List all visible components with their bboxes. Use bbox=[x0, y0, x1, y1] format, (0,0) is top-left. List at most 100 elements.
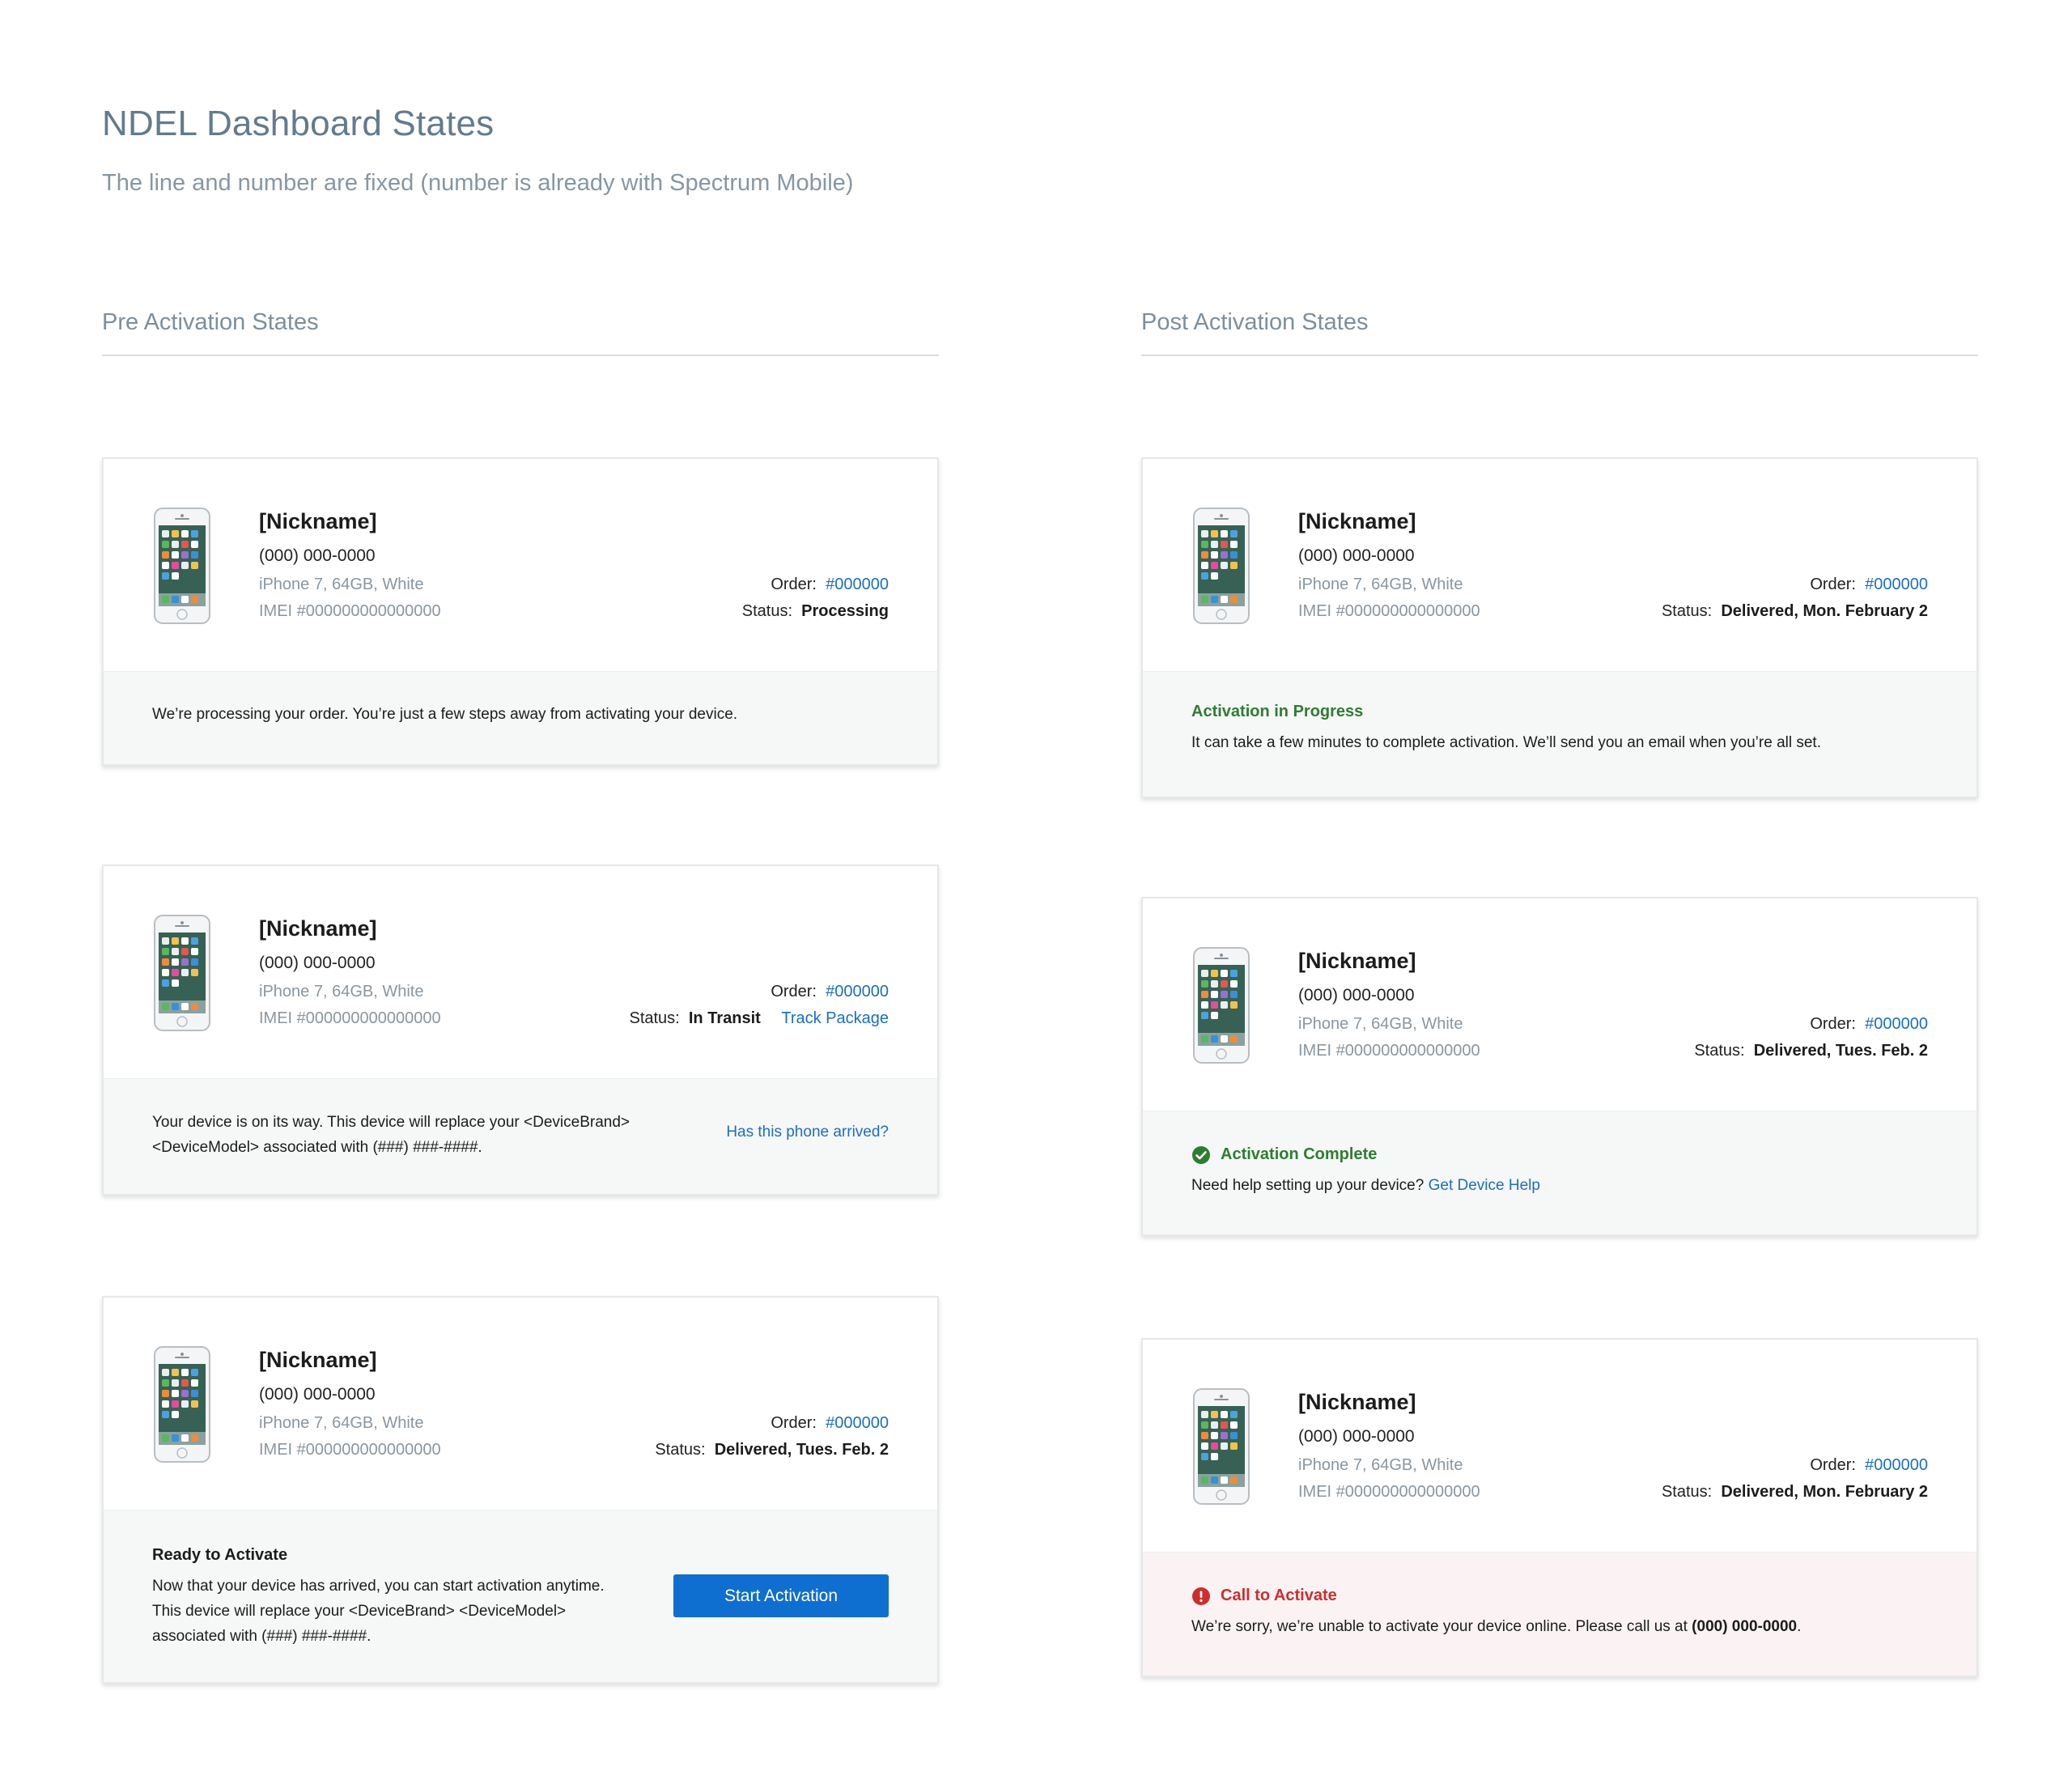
phone-image bbox=[154, 508, 210, 624]
line-number: (000) 000-0000 bbox=[1298, 1427, 1415, 1446]
state-message-line: Now that your device has arrived, you ca… bbox=[152, 1578, 605, 1595]
status-value: Delivered, Tues. Feb. 2 bbox=[1753, 1042, 1928, 1060]
status-row: Status: Delivered, Tues. Feb. 2 bbox=[655, 1441, 889, 1459]
line-number: (000) 000-0000 bbox=[1298, 986, 1415, 1005]
phone-image bbox=[1193, 508, 1250, 624]
track-package-link[interactable]: Track Package bbox=[781, 1009, 889, 1027]
start-activation-button[interactable]: Start Activation bbox=[673, 1574, 889, 1617]
check-circle-icon bbox=[1192, 1146, 1210, 1164]
status-row: Status: Delivered, Mon. February 2 bbox=[1662, 602, 1928, 621]
state-title-row: Activation Complete bbox=[1191, 1145, 1377, 1164]
line-card-ready-to-activate: [Nickname] (000) 000-0000 iPhone 7, 64GB… bbox=[102, 1296, 939, 1684]
state-message: It can take a few minutes to complete ac… bbox=[1191, 734, 1821, 751]
order-number-link[interactable]: #000000 bbox=[826, 983, 889, 1000]
order-label: Order: bbox=[1810, 1456, 1856, 1474]
device-imei: IMEI #000000000000000 bbox=[259, 1009, 441, 1027]
state-message: We’re processing your order. You’re just… bbox=[152, 706, 738, 723]
state-message: We’re sorry, we’re unable to activate yo… bbox=[1191, 1614, 1801, 1639]
line-number: (000) 000-0000 bbox=[259, 546, 376, 565]
line-number: (000) 000-0000 bbox=[1298, 546, 1415, 565]
status-value: In Transit bbox=[688, 1009, 761, 1027]
state-message: Now that your device has arrived, you ca… bbox=[152, 1574, 605, 1649]
state-message: Your device is on its way. This device w… bbox=[152, 1110, 630, 1160]
device-model: iPhone 7, 64GB, White bbox=[259, 1414, 424, 1432]
call-phone-number: (000) 000-0000 bbox=[1692, 1618, 1798, 1635]
order-row: Order: #000000 bbox=[771, 983, 889, 1001]
order-row: Order: #000000 bbox=[1810, 576, 1928, 594]
state-message-line: This device will replace your <DeviceBra… bbox=[152, 1603, 567, 1620]
order-number-link[interactable]: #000000 bbox=[1865, 1015, 1928, 1033]
line-card-processing: [Nickname] (000) 000-0000 iPhone 7, 64GB… bbox=[102, 457, 939, 766]
status-row: Status: Processing bbox=[742, 602, 889, 621]
status-value: Processing bbox=[801, 602, 889, 620]
line-nickname: [Nickname] bbox=[1298, 949, 1416, 973]
state-message-line: <DeviceModel> associated with (###) ###-… bbox=[152, 1139, 482, 1156]
device-imei: IMEI #000000000000000 bbox=[259, 602, 441, 620]
status-label: Status: bbox=[1661, 1483, 1713, 1501]
device-imei: IMEI #000000000000000 bbox=[259, 1441, 441, 1459]
device-model: iPhone 7, 64GB, White bbox=[1298, 1015, 1463, 1033]
line-card-activation-complete: [Nickname] (000) 000-0000 iPhone 7, 64GB… bbox=[1141, 897, 1978, 1236]
page-subtitle: The line and number are fixed (number is… bbox=[102, 170, 854, 196]
phone-image bbox=[154, 1346, 210, 1463]
line-number: (000) 000-0000 bbox=[259, 954, 376, 972]
status-value: Delivered, Mon. February 2 bbox=[1721, 1483, 1928, 1501]
section-header-pre-activation: Pre Activation States bbox=[102, 309, 939, 356]
status-value: Delivered, Mon. February 2 bbox=[1721, 602, 1928, 620]
device-model: iPhone 7, 64GB, White bbox=[259, 576, 424, 593]
phone-image bbox=[154, 915, 210, 1031]
order-label: Order: bbox=[1810, 576, 1856, 593]
state-message-text: We’re sorry, we’re unable to activate yo… bbox=[1191, 1618, 1688, 1635]
order-row: Order: #000000 bbox=[771, 1414, 889, 1433]
status-label: Status: bbox=[629, 1009, 680, 1027]
phone-image bbox=[1193, 1388, 1250, 1505]
state-message: Need help setting up your device? Get De… bbox=[1191, 1173, 1540, 1198]
get-device-help-link[interactable]: Get Device Help bbox=[1429, 1177, 1540, 1194]
line-nickname: [Nickname] bbox=[259, 916, 377, 941]
order-number-link[interactable]: #000000 bbox=[1865, 576, 1928, 593]
state-title: Activation Complete bbox=[1221, 1145, 1378, 1163]
line-nickname: [Nickname] bbox=[259, 1348, 377, 1372]
line-card-call-to-activate: [Nickname] (000) 000-0000 iPhone 7, 64GB… bbox=[1141, 1338, 1978, 1677]
device-imei: IMEI #000000000000000 bbox=[1298, 1042, 1480, 1060]
line-nickname: [Nickname] bbox=[1298, 1390, 1416, 1414]
line-card-activation-in-progress: [Nickname] (000) 000-0000 iPhone 7, 64GB… bbox=[1141, 457, 1978, 798]
status-label: Status: bbox=[741, 602, 793, 620]
line-nickname: [Nickname] bbox=[1298, 509, 1416, 533]
section-header-post-activation: Post Activation States bbox=[1141, 309, 1978, 356]
alert-circle-icon bbox=[1192, 1587, 1210, 1605]
order-row: Order: #000000 bbox=[1810, 1015, 1928, 1034]
device-model: iPhone 7, 64GB, White bbox=[1298, 576, 1463, 593]
order-label: Order: bbox=[771, 576, 817, 593]
order-row: Order: #000000 bbox=[771, 576, 889, 594]
state-message-line: Your device is on its way. This device w… bbox=[152, 1114, 630, 1131]
status-label: Status: bbox=[1661, 602, 1713, 620]
order-number-link[interactable]: #000000 bbox=[826, 1414, 889, 1432]
status-label: Status: bbox=[655, 1441, 706, 1459]
state-title: Call to Activate bbox=[1221, 1587, 1337, 1604]
phone-arrived-link[interactable]: Has this phone arrived? bbox=[726, 1124, 889, 1141]
device-model: iPhone 7, 64GB, White bbox=[1298, 1456, 1463, 1474]
page-title: NDEL Dashboard States bbox=[102, 104, 495, 143]
order-row: Order: #000000 bbox=[1810, 1456, 1928, 1475]
order-label: Order: bbox=[771, 983, 817, 1000]
device-model: iPhone 7, 64GB, White bbox=[259, 983, 424, 1000]
status-value: Delivered, Tues. Feb. 2 bbox=[714, 1441, 889, 1459]
status-row: Status: Delivered, Tues. Feb. 2 bbox=[1694, 1042, 1928, 1060]
line-number: (000) 000-0000 bbox=[259, 1385, 376, 1404]
state-message-text: Need help setting up your device? bbox=[1191, 1177, 1424, 1194]
order-label: Order: bbox=[1810, 1015, 1856, 1033]
line-nickname: [Nickname] bbox=[259, 509, 377, 533]
order-label: Order: bbox=[771, 1414, 817, 1432]
state-title-row: Call to Activate bbox=[1191, 1587, 1337, 1605]
status-row: Status: Delivered, Mon. February 2 bbox=[1662, 1483, 1928, 1502]
order-number-link[interactable]: #000000 bbox=[826, 576, 889, 593]
order-number-link[interactable]: #000000 bbox=[1865, 1456, 1928, 1474]
status-row: Status: In Transit Track Package bbox=[629, 1009, 889, 1028]
state-message-line: associated with (###) ###-####. bbox=[152, 1628, 372, 1645]
state-title: Activation in Progress bbox=[1191, 703, 1364, 720]
device-imei: IMEI #000000000000000 bbox=[1298, 602, 1480, 620]
status-label: Status: bbox=[1694, 1042, 1745, 1060]
state-message-end: . bbox=[1797, 1618, 1802, 1635]
line-card-in-transit: [Nickname] (000) 000-0000 iPhone 7, 64GB… bbox=[102, 865, 939, 1196]
